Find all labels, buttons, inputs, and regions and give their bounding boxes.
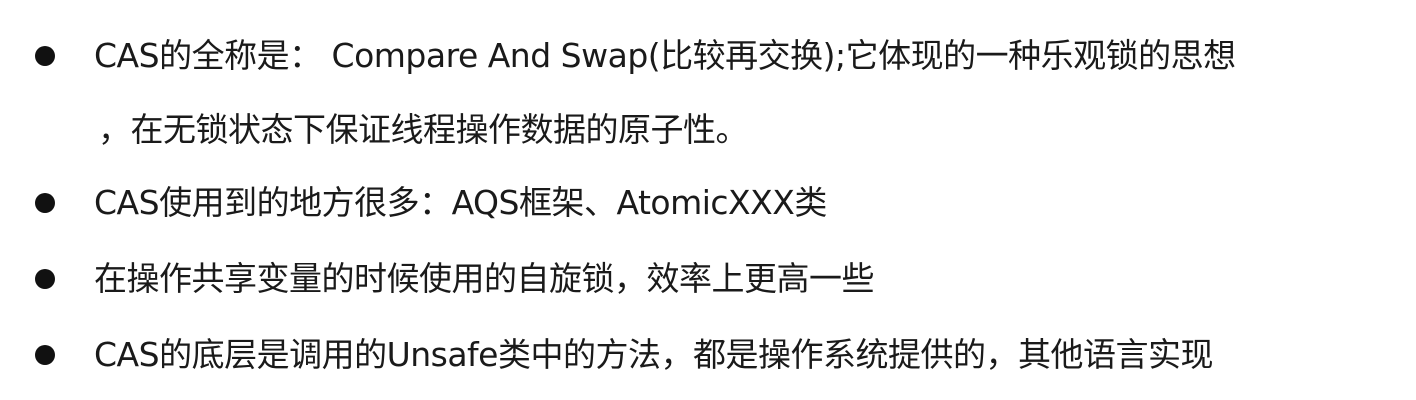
bullet-list-slide: CAS的全称是： Compare And Swap(比较再交换);它体现的一种乐… [0, 0, 1416, 400]
bullet-line: 在操作共享变量的时候使用的自旋锁，效率上更高一些 [94, 259, 875, 298]
bullet-text: CAS的全称是： Compare And Swap(比较再交换);它体现的一种乐… [94, 19, 1410, 167]
bullet-dot-icon [35, 46, 55, 66]
bullet-line: CAS的全称是： Compare And Swap(比较再交换);它体现的一种乐… [94, 36, 1236, 75]
bullet-line-continuation: ，在无锁状态下保证线程操作数据的原子性。 [98, 110, 749, 149]
bullet-text: 在操作共享变量的时候使用的自旋锁，效率上更高一些 [94, 242, 1410, 316]
bullet-dot-icon [35, 269, 55, 289]
bullet-text: CAS使用到的地方很多：AQS框架、AtomicXXX类 [94, 166, 1410, 240]
bullet-dot-icon [35, 345, 55, 365]
bullet-text: CAS的底层是调用的Unsafe类中的方法，都是操作系统提供的，其他语言实现 [94, 318, 1410, 392]
bullet-dot-icon [35, 193, 55, 213]
bullet-line: CAS使用到的地方很多：AQS框架、AtomicXXX类 [94, 183, 827, 222]
bullet-line: CAS的底层是调用的Unsafe类中的方法，都是操作系统提供的，其他语言实现 [94, 335, 1213, 374]
